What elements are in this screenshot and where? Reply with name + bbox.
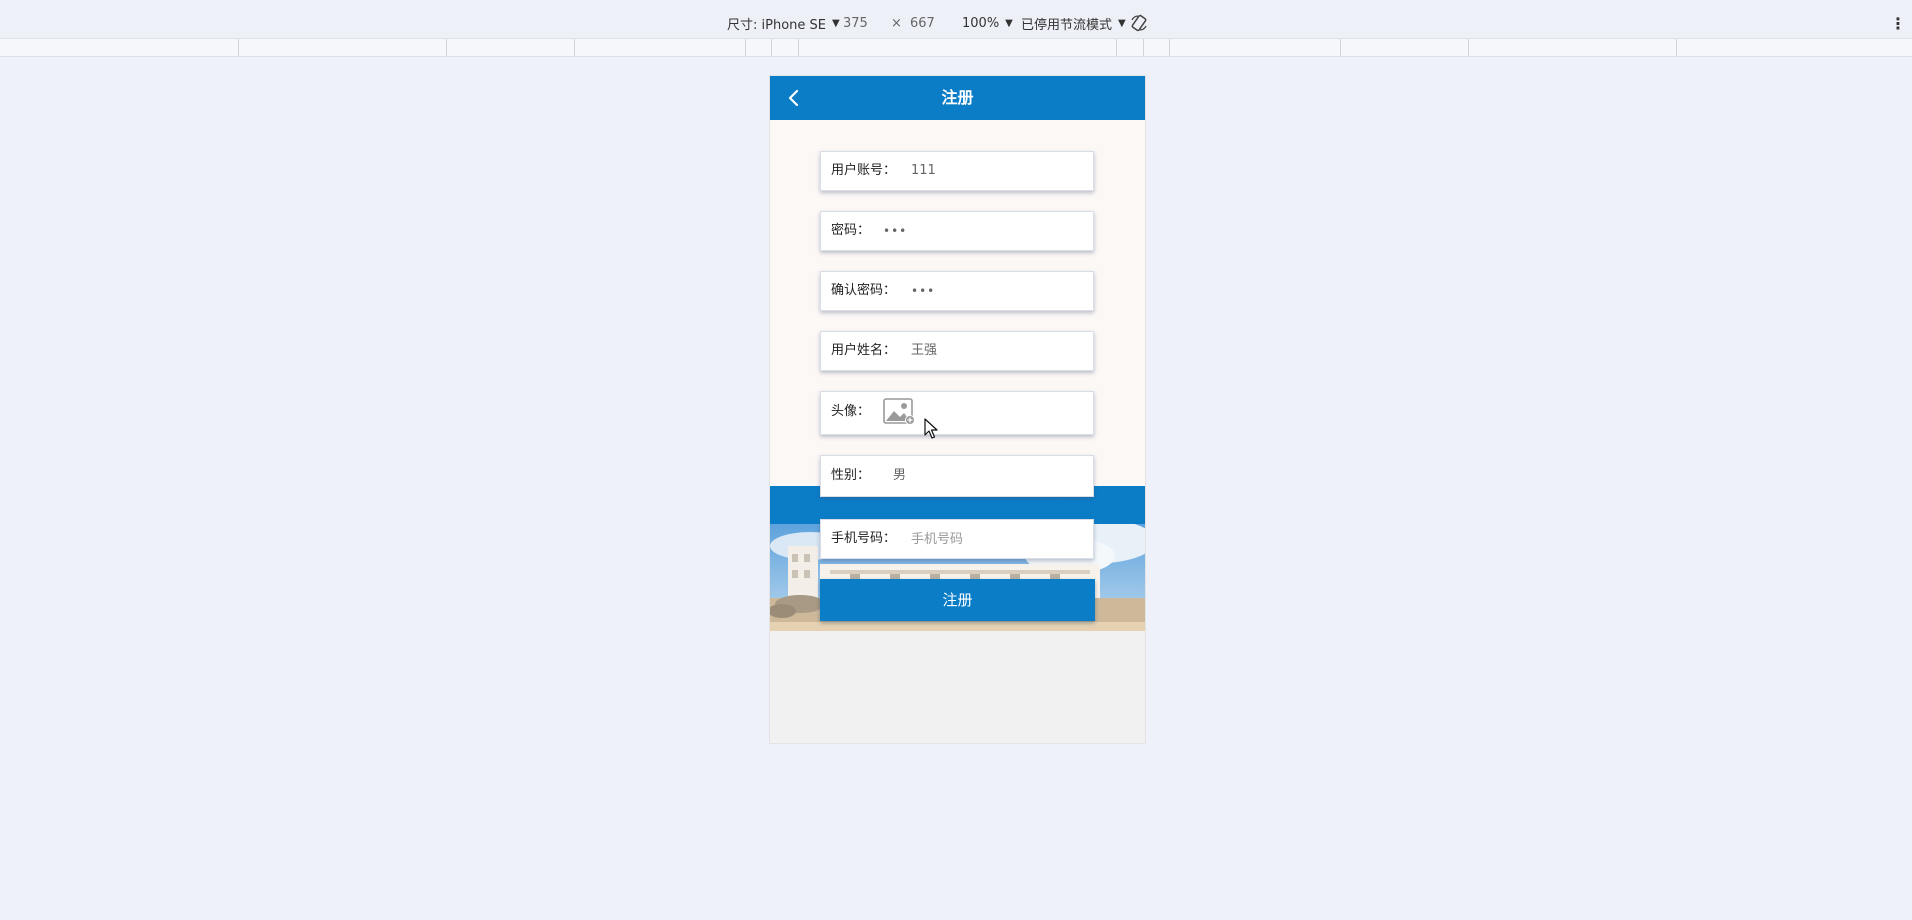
name-field: 用户姓名： 王强 xyxy=(820,331,1094,371)
throttle-label: 已停用节流模式 xyxy=(1021,17,1113,33)
gender-label: 性别： xyxy=(831,468,871,483)
dimension-separator: × xyxy=(891,15,902,31)
account-label: 用户账号： xyxy=(831,163,897,178)
phone-input[interactable] xyxy=(911,529,1051,549)
avatar-field: 头像： xyxy=(820,391,1094,435)
mobile-viewport: 注册 用户账号： 111 密码： ••• 确认密码： ••• 用户姓名： 王强 … xyxy=(770,76,1145,743)
password-input[interactable]: ••• xyxy=(883,212,907,250)
avatar-label: 头像： xyxy=(831,404,871,419)
password-label: 密码： xyxy=(831,223,871,238)
devtools-toolbar: 尺寸: iPhone SE ▼ 375 × 667 100% ▼ 已停用节流模式… xyxy=(0,8,1912,39)
phone-label: 手机号码： xyxy=(831,531,897,546)
caret-down-icon: ▼ xyxy=(1118,17,1126,29)
more-vertical-icon[interactable]: ⋮ xyxy=(1890,8,1906,38)
name-input[interactable]: 王强 xyxy=(911,332,937,370)
register-button[interactable]: 注册 xyxy=(820,579,1095,621)
password-field: 密码： ••• xyxy=(820,211,1094,251)
gender-select[interactable]: 男 xyxy=(893,456,906,496)
confirm-password-label: 确认密码： xyxy=(831,283,897,298)
height-input[interactable]: 667 xyxy=(910,8,935,38)
zoom-select[interactable]: 100% ▼ xyxy=(962,8,1013,38)
account-input[interactable]: 111 xyxy=(911,152,936,190)
account-field: 用户账号： 111 xyxy=(820,151,1094,191)
zoom-label: 100% xyxy=(962,15,1000,31)
devtools-ruler xyxy=(0,39,1912,57)
confirm-password-field: 确认密码： ••• xyxy=(820,271,1094,311)
name-label: 用户姓名： xyxy=(831,343,897,358)
caret-down-icon: ▼ xyxy=(832,17,840,29)
image-placeholder-icon[interactable] xyxy=(883,398,915,426)
throttle-select[interactable]: 已停用节流模式 ▼ xyxy=(1021,8,1126,38)
phone-field: 手机号码： xyxy=(820,519,1094,559)
gender-field: 性别： 男 xyxy=(820,455,1094,497)
device-select[interactable]: 尺寸: iPhone SE ▼ xyxy=(727,8,840,38)
rotate-device-icon[interactable] xyxy=(1130,8,1148,38)
page-title: 注册 xyxy=(941,88,974,107)
caret-down-icon: ▼ xyxy=(1005,17,1013,29)
confirm-password-input[interactable]: ••• xyxy=(911,272,935,310)
width-input[interactable]: 375 xyxy=(843,8,868,38)
app-header: 注册 xyxy=(770,76,1145,120)
device-label: 尺寸: iPhone SE xyxy=(727,17,826,33)
